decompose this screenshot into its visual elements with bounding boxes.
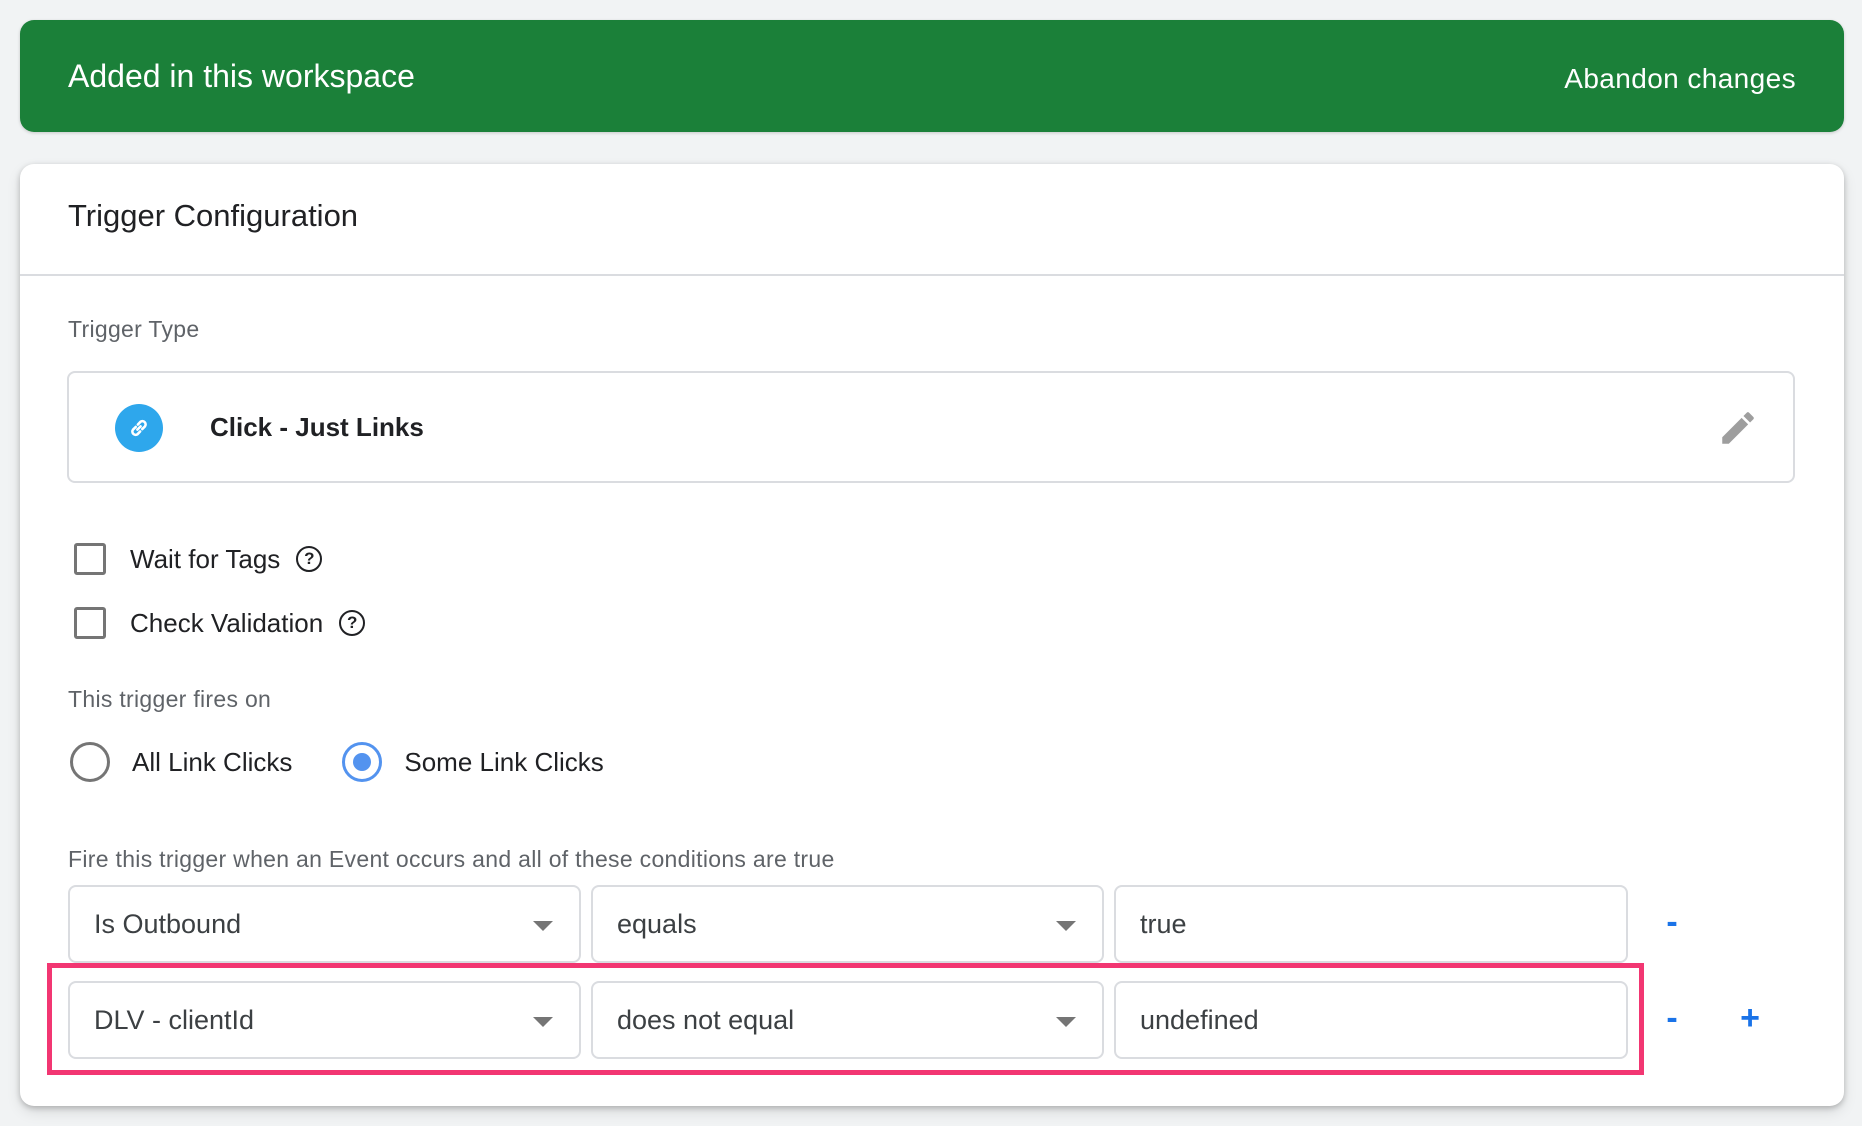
radio-label: All Link Clicks: [132, 746, 293, 777]
dropdown-arrow-icon: [533, 921, 553, 931]
condition-row: DLV - clientId does not equal undefined …: [68, 981, 1828, 1059]
condition-row: Is Outbound equals true -: [68, 885, 1828, 963]
variable-select-value: Is Outbound: [94, 909, 242, 939]
workspace-status-banner: Added in this workspace Abandon changes: [20, 20, 1844, 132]
variable-select[interactable]: DLV - clientId: [68, 981, 581, 1059]
card-title: Trigger Configuration: [68, 198, 359, 233]
add-condition-button[interactable]: +: [1735, 981, 1765, 1059]
pencil-icon[interactable]: [1717, 407, 1759, 449]
dropdown-arrow-icon: [1056, 921, 1076, 931]
remove-condition-button[interactable]: -: [1657, 885, 1687, 963]
check-validation-option: Check Validation ?: [74, 603, 366, 643]
operator-select-value: does not equal: [617, 1005, 795, 1035]
trigger-configuration-card: Trigger Configuration Trigger Type Click…: [20, 164, 1844, 1106]
operator-select-value: equals: [617, 909, 697, 939]
operator-select[interactable]: equals: [591, 885, 1104, 963]
fires-on-label: This trigger fires on: [68, 686, 272, 712]
fires-on-radio-group: All Link Clicks Some Link Clicks: [70, 740, 654, 784]
check-validation-label: Check Validation: [130, 607, 324, 638]
divider: [20, 274, 1844, 276]
radio-some-link-clicks[interactable]: Some Link Clicks: [342, 742, 604, 782]
trigger-type-selector[interactable]: Click - Just Links: [67, 371, 1795, 483]
value-input[interactable]: undefined: [1114, 981, 1628, 1059]
remove-condition-button[interactable]: -: [1657, 981, 1687, 1059]
abandon-changes-button[interactable]: Abandon changes: [1564, 20, 1796, 138]
radio-button[interactable]: [70, 742, 110, 782]
check-validation-checkbox[interactable]: [74, 607, 106, 639]
help-circle-icon[interactable]: ?: [296, 546, 323, 572]
trigger-type-name: Click - Just Links: [210, 412, 424, 442]
radio-label: Some Link Clicks: [404, 746, 604, 777]
dropdown-arrow-icon: [1056, 1017, 1076, 1027]
radio-all-link-clicks[interactable]: All Link Clicks: [70, 742, 292, 782]
banner-title: Added in this workspace: [68, 58, 415, 94]
conditions-label: Fire this trigger when an Event occurs a…: [68, 846, 835, 872]
value-input[interactable]: true: [1114, 885, 1628, 963]
operator-select[interactable]: does not equal: [591, 981, 1104, 1059]
radio-button-selected[interactable]: [342, 742, 383, 782]
help-circle-icon[interactable]: ?: [339, 610, 366, 636]
variable-select-value: DLV - clientId: [94, 1005, 255, 1035]
wait-for-tags-checkbox[interactable]: [74, 543, 106, 575]
wait-for-tags-option: Wait for Tags ?: [74, 539, 323, 579]
wait-for-tags-label: Wait for Tags: [130, 543, 281, 574]
variable-select[interactable]: Is Outbound: [68, 885, 581, 963]
trigger-type-label: Trigger Type: [68, 316, 200, 342]
dropdown-arrow-icon: [533, 1017, 553, 1027]
link-icon: [115, 404, 163, 452]
